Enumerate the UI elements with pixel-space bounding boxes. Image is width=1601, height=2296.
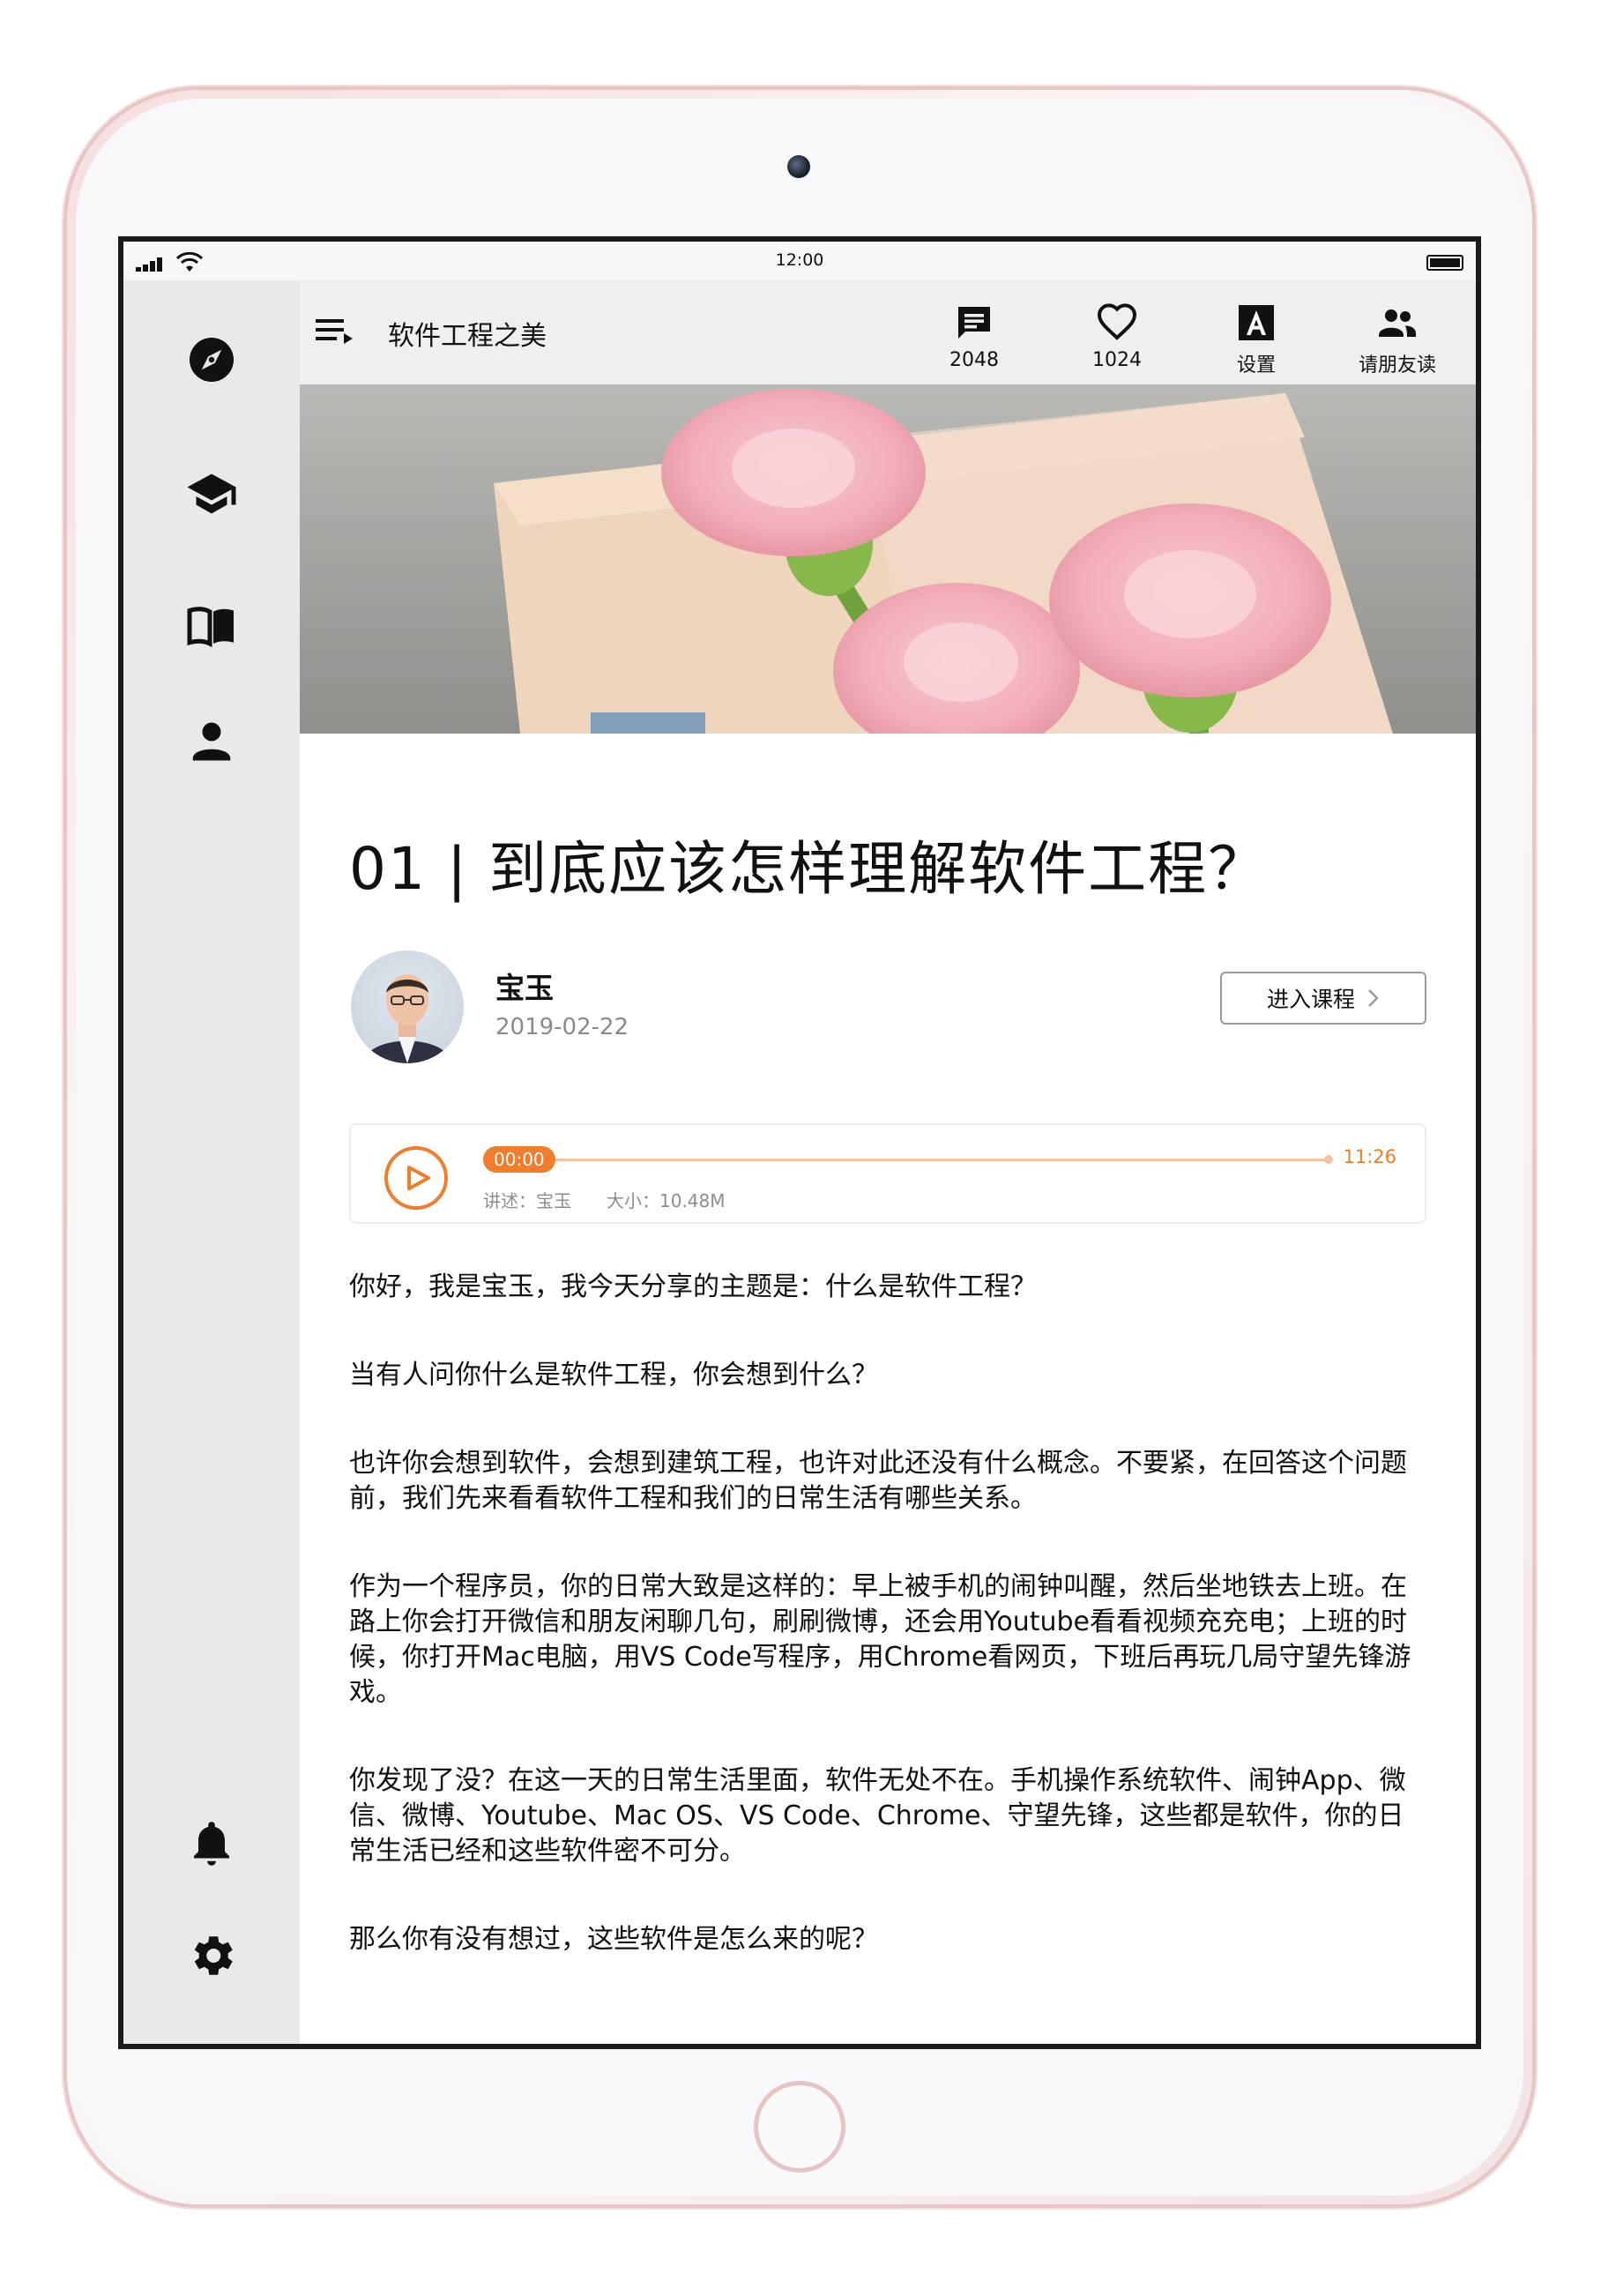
article-cover-image — [300, 384, 1476, 734]
compass-icon[interactable] — [183, 332, 240, 388]
gear-icon[interactable] — [183, 1927, 240, 1984]
audio-progress-track[interactable] — [532, 1159, 1329, 1161]
paragraph: 作为一个程序员，你的日常大致是这样的：早上被手机的闹钟叫醒，然后坐地铁去上班。在… — [349, 1571, 1411, 1708]
graduation-cap-icon[interactable] — [183, 466, 240, 522]
battery-icon — [1426, 255, 1463, 271]
invite-friends-button[interactable]: 请朋友读 — [1340, 302, 1455, 377]
bell-icon[interactable] — [183, 1815, 240, 1871]
audio-progress-end — [1324, 1155, 1333, 1164]
article-content: 01 | 到底应该怎样理解软件工程？ 宝玉 2019-02-22 进入课程 00… — [300, 734, 1476, 2044]
audio-meta: 讲述：宝玉 大小：10.48M — [483, 1187, 726, 1212]
publish-date: 2019-02-22 — [495, 1014, 629, 1040]
play-button[interactable] — [384, 1146, 448, 1210]
invite-friends-icon — [1379, 309, 1416, 337]
settings-label: 设置 — [1236, 354, 1276, 376]
file-size: 大小：10.48M — [607, 1190, 726, 1211]
person-icon[interactable] — [183, 712, 240, 769]
chevron-right-icon — [1368, 989, 1379, 1007]
comment-count: 2048 — [949, 349, 999, 371]
header-title: 软件工程之美 — [388, 321, 547, 352]
like-count: 1024 — [1092, 349, 1142, 371]
comment-button[interactable]: 2048 — [926, 302, 1023, 371]
article-title: 01 | 到底应该怎样理解软件工程？ — [349, 835, 1269, 903]
paragraph: 也许你会想到软件，会想到建筑工程，也许对此还没有什么概念。不要紧，在回答这个问题… — [349, 1448, 1407, 1514]
menu-icon[interactable] — [316, 314, 356, 349]
home-button[interactable] — [754, 2081, 845, 2173]
font-settings-icon — [1239, 305, 1274, 340]
screen: 12:00 软件工程之美 2048 1024 设置 请朋友读 01 | 到底应该… — [118, 236, 1481, 2049]
enter-course-button[interactable]: 进入课程 — [1220, 972, 1426, 1025]
narrator: 讲述：宝玉 — [483, 1190, 571, 1211]
status-bar: 12:00 — [123, 242, 1476, 280]
flowers-illustration — [494, 389, 1393, 734]
audio-player: 00:00 11:26 讲述：宝玉 大小：10.48M — [349, 1123, 1426, 1224]
comment-icon — [958, 307, 990, 339]
status-time: 12:00 — [775, 250, 824, 270]
book-icon[interactable] — [183, 598, 240, 654]
heart-icon — [1097, 303, 1137, 340]
front-camera — [787, 155, 810, 178]
like-button[interactable]: 1024 — [1069, 302, 1165, 371]
paragraph: 你好，我是宝玉，我今天分享的主题是：什么是软件工程？ — [349, 1271, 1037, 1302]
author-avatar[interactable] — [351, 950, 464, 1063]
sidebar — [123, 280, 300, 2044]
enter-course-label: 进入课程 — [1266, 987, 1355, 1012]
play-icon — [407, 1166, 430, 1190]
invite-friends-label: 请朋友读 — [1358, 354, 1436, 376]
settings-button[interactable]: 设置 — [1208, 302, 1305, 377]
author-name[interactable]: 宝玉 — [495, 965, 554, 1007]
paragraph: 当有人问你什么是软件工程，你会想到什么？ — [349, 1360, 878, 1390]
header: 软件工程之美 2048 1024 设置 请朋友读 — [300, 280, 1476, 384]
paragraph: 你发现了没？在这一天的日常生活里面，软件无处不在。手机操作系统软件、闹钟App、… — [349, 1765, 1406, 1867]
article-body: 你好，我是宝玉，我今天分享的主题是：什么是软件工程？ 当有人问你什么是软件工程，… — [349, 1270, 1421, 2010]
paragraph: 那么你有没有想过，这些软件是怎么来的呢？ — [349, 1924, 878, 1955]
current-time[interactable]: 00:00 — [483, 1146, 555, 1173]
total-time: 11:26 — [1343, 1146, 1396, 1167]
